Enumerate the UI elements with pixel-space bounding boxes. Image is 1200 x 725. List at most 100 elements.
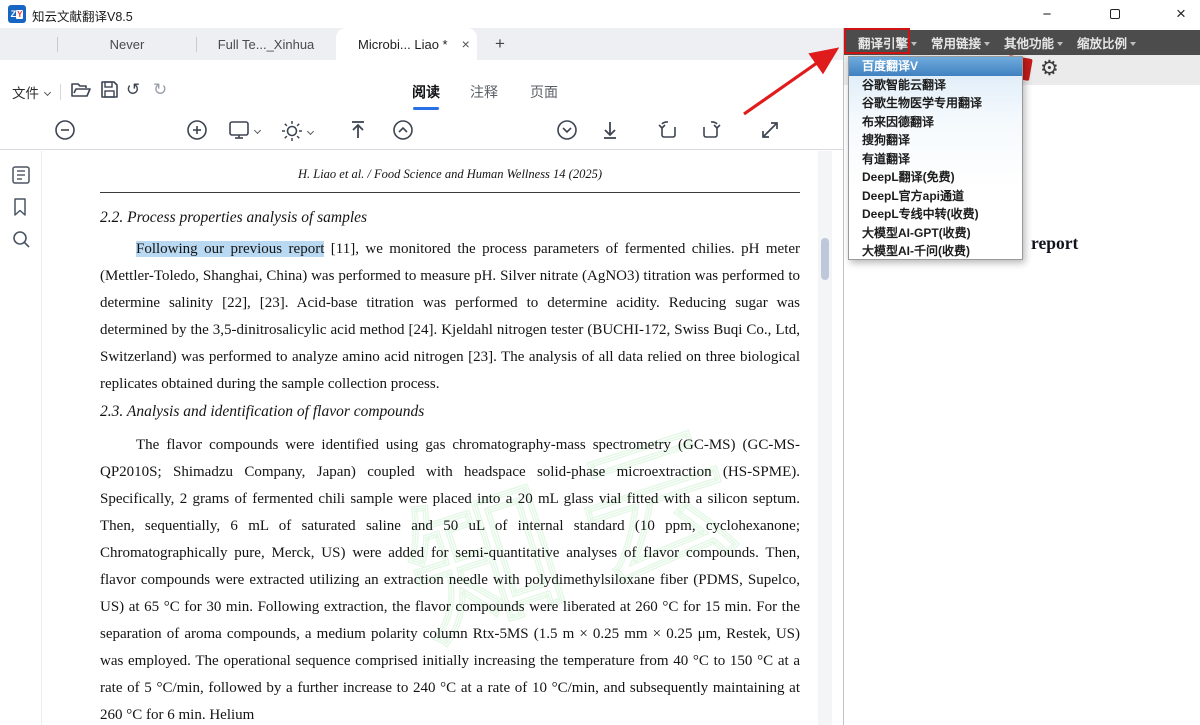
undo-button[interactable]: ↺ <box>126 80 140 100</box>
rotate-left-icon <box>658 121 676 138</box>
zoom-in-button[interactable] <box>186 119 208 141</box>
engine-option-sogou[interactable]: 搜狗翻译 <box>849 131 1022 150</box>
menu-label: 翻译引擎 <box>858 37 909 51</box>
view-tab-read[interactable]: 阅读 <box>412 82 440 110</box>
save-button[interactable] <box>100 80 119 99</box>
paragraph-2-3[interactable]: The flavor compounds were identified usi… <box>100 432 800 725</box>
expand-arrows-icon <box>762 122 778 138</box>
display-theme-button[interactable] <box>280 119 315 143</box>
zoom-out-icon <box>55 120 75 140</box>
rotate-left-button[interactable] <box>656 119 680 141</box>
go-to-bottom-button[interactable] <box>600 119 620 141</box>
file-menu-label: 文件 <box>12 86 39 101</box>
paragraph-2-2-text: [11], we monitored the process parameter… <box>100 241 800 392</box>
brightness-icon <box>282 121 302 141</box>
engine-option-deepl-free[interactable]: DeepL翻译(免费) <box>849 168 1022 187</box>
go-to-top-button[interactable] <box>348 119 368 141</box>
document-tab-bar: Never Full Te..._Xinhua Microbi... Liao … <box>0 28 843 79</box>
new-tab-button[interactable]: + <box>488 32 512 56</box>
tab-microbi-liao-active[interactable]: Microbi... Liao * × <box>336 28 477 60</box>
app-window: ZY 知云文献翻译V8.5 − × Never Full Te..._Xinhu… <box>0 0 1200 725</box>
tab-close-icon[interactable]: × <box>462 36 470 52</box>
zoom-in-icon <box>187 120 207 140</box>
bookmark-icon <box>14 198 26 216</box>
arrow-down-to-bar-icon <box>604 122 616 139</box>
minimize-button[interactable]: − <box>1032 2 1062 26</box>
engine-option-ai-gpt[interactable]: 大模型AI-GPT(收费) <box>849 224 1022 243</box>
redo-icon: ↻ <box>153 80 168 100</box>
search-panel-button[interactable] <box>11 229 31 249</box>
maximize-icon <box>1110 9 1120 19</box>
menu-translate-engine[interactable]: 翻译引擎 <box>858 33 918 52</box>
fullscreen-button[interactable] <box>759 119 781 141</box>
bookmarks-panel-button[interactable] <box>11 197 31 217</box>
caret-down-icon <box>984 41 991 46</box>
file-menu-button[interactable]: 文件 <box>12 82 52 102</box>
page-view-mode-button[interactable] <box>227 119 262 141</box>
app-title: 知云文献翻译V8.5 <box>32 10 133 24</box>
menu-label: 常用链接 <box>931 37 982 51</box>
tab-never[interactable]: Never <box>58 28 196 60</box>
pdf-scrollbar-thumb[interactable] <box>821 238 829 280</box>
next-page-button[interactable] <box>556 119 578 141</box>
tab-label: Microbi... Liao * <box>358 36 448 52</box>
engine-option-brined[interactable]: 布来因德翻译 <box>849 113 1022 132</box>
maximize-button[interactable] <box>1100 2 1130 26</box>
pdf-scrollbar-track[interactable] <box>818 151 832 725</box>
engine-option-youdao[interactable]: 有道翻译 <box>849 150 1022 169</box>
monitor-icon <box>229 121 249 139</box>
app-logo-icon: ZY <box>8 5 26 23</box>
tab-fulltext-xinhua[interactable]: Full Te..._Xinhua <box>197 28 335 60</box>
menu-label: 缩放比例 <box>1077 37 1128 51</box>
menu-common-links[interactable]: 常用链接 <box>931 33 991 52</box>
engine-option-ai-qianwen[interactable]: 大模型AI-千问(收费) <box>849 242 1022 261</box>
chevron-down-icon <box>43 88 52 96</box>
view-tab-annotate[interactable]: 注释 <box>470 82 498 102</box>
section-heading-2-3[interactable]: 2.3. Analysis and identification of flav… <box>100 403 800 421</box>
source-sentence-partial[interactable]: report <box>1031 233 1078 254</box>
running-head[interactable]: H. Liao et al. / Food Science and Human … <box>100 167 800 182</box>
thumbnails-panel-button[interactable] <box>11 165 31 185</box>
caret-down-icon <box>1130 41 1137 46</box>
main-toolbar: 文件 ↺ ↻ 阅读 注释 页面 <box>0 60 843 203</box>
selected-text-highlight[interactable]: Following our previous report <box>136 241 325 257</box>
engine-dropdown-menu: 百度翻译V 谷歌智能云翻译 谷歌生物医学专用翻译 布来因德翻译 搜狗翻译 有道翻… <box>848 56 1023 260</box>
engine-option-google-biomed[interactable]: 谷歌生物医学专用翻译 <box>849 94 1022 113</box>
toolbar-separator <box>60 84 61 100</box>
save-icon <box>101 81 118 98</box>
arrow-up-to-bar-icon <box>352 121 364 138</box>
rotate-right-button[interactable] <box>699 119 723 141</box>
thumbnails-icon <box>12 166 30 184</box>
previous-page-button[interactable] <box>392 119 414 141</box>
search-icon <box>13 231 30 248</box>
chevron-up-circle-icon <box>393 120 413 140</box>
view-tab-pages[interactable]: 页面 <box>530 82 558 102</box>
paragraph-2-2[interactable]: Following our previous report [11], we m… <box>100 236 800 398</box>
tab-label: Never <box>109 36 145 52</box>
folder-open-icon <box>71 83 91 97</box>
settings-button[interactable]: ⚙ <box>1040 56 1059 80</box>
chevron-down-icon <box>306 127 315 135</box>
menu-label: 其他功能 <box>1004 37 1055 51</box>
engine-option-deepl-api[interactable]: DeepL官方api通道 <box>849 187 1022 206</box>
close-button[interactable]: × <box>1166 2 1196 26</box>
caret-down-icon <box>911 41 918 46</box>
pdf-sidebar <box>0 151 42 725</box>
engine-option-google-cloud[interactable]: 谷歌智能云翻译 <box>849 76 1022 95</box>
zoom-out-button[interactable] <box>54 119 76 141</box>
tab-label: Full Te..._Xinhua <box>217 36 315 52</box>
rotate-right-icon <box>703 121 721 138</box>
translation-menu-bar: 翻译引擎 常用链接 其他功能 缩放比例 <box>844 30 1200 55</box>
undo-icon: ↺ <box>126 80 141 100</box>
chevron-down-icon <box>253 126 262 134</box>
engine-option-baidu[interactable]: 百度翻译V <box>849 57 1022 76</box>
caret-down-icon <box>1057 41 1064 46</box>
redo-button[interactable]: ↻ <box>153 80 167 100</box>
open-file-button[interactable] <box>70 81 92 99</box>
pdf-page: 知云 H. Liao et al. / Food Science and Hum… <box>42 151 818 725</box>
engine-option-deepl-relay[interactable]: DeepL专线中转(收费) <box>849 205 1022 224</box>
section-heading-2-2[interactable]: 2.2. Process properties analysis of samp… <box>100 209 800 227</box>
menu-other-functions[interactable]: 其他功能 <box>1004 33 1064 52</box>
menu-zoom-ratio[interactable]: 缩放比例 <box>1077 33 1137 52</box>
chevron-down-circle-icon <box>557 120 577 140</box>
